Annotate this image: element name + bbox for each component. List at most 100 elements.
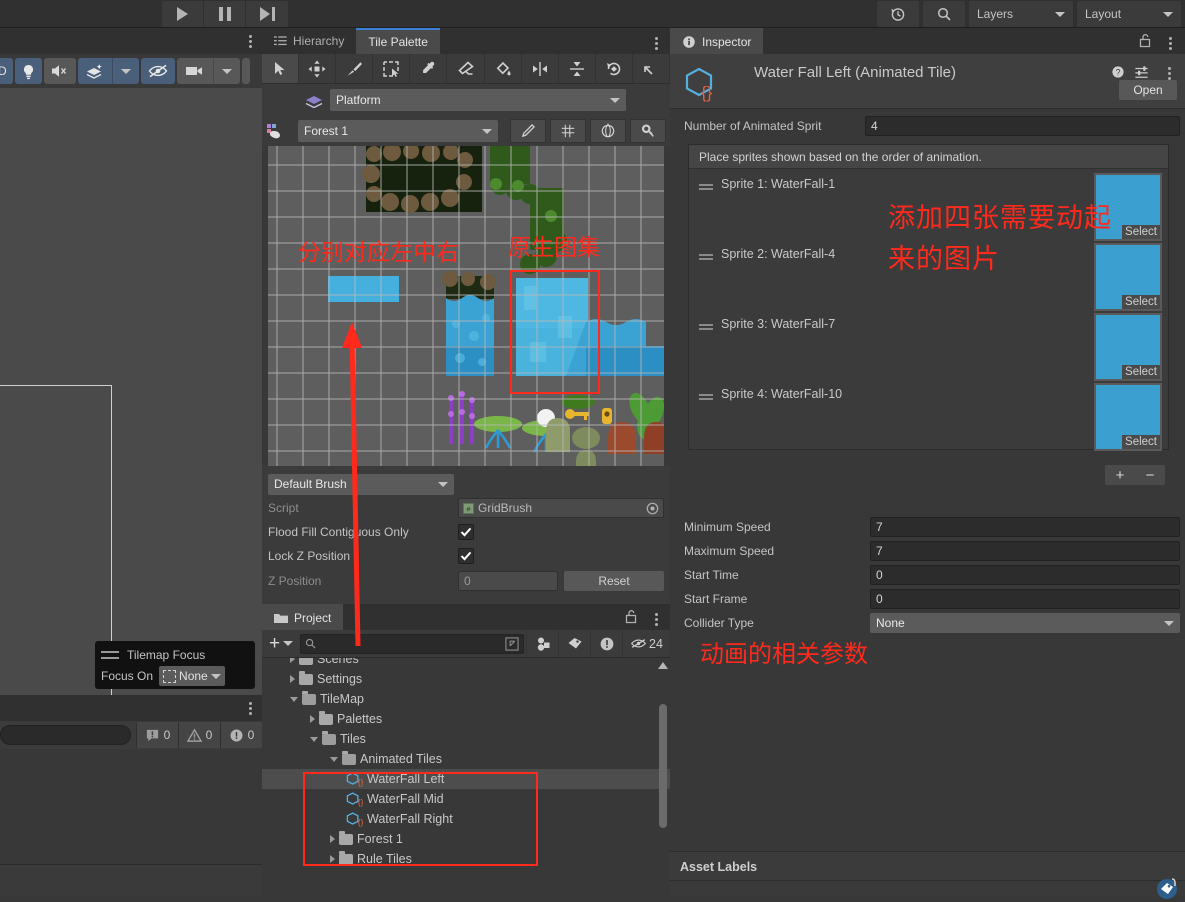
filter-by-type-button[interactable] [526, 630, 558, 657]
project-add-button[interactable]: + [262, 634, 300, 653]
layers-dropdown[interactable]: Layers [969, 1, 1073, 27]
tool-box-fill[interactable] [373, 54, 411, 83]
tool-select[interactable] [262, 54, 300, 83]
flood-fill-checkbox[interactable] [458, 524, 474, 540]
tool-rotate-cw[interactable] [596, 54, 633, 83]
search-button[interactable] [923, 1, 965, 27]
console-warning-badge[interactable]: 0 [178, 722, 220, 748]
settings-button[interactable] [630, 119, 666, 143]
tab-project[interactable]: Project [262, 604, 344, 630]
play-button[interactable] [162, 1, 204, 27]
tab-tile-palette[interactable]: Tile Palette [356, 28, 440, 54]
drag-handle-icon[interactable] [101, 651, 119, 659]
sprite-select-button[interactable]: Select [1122, 225, 1160, 239]
animated-sprite-count-field[interactable]: 4 [865, 116, 1180, 136]
start-time-field[interactable]: 0 [870, 565, 1180, 585]
inspector-header-kebab-icon[interactable] [1168, 67, 1171, 80]
sprite-thumbnail-1[interactable]: Select [1094, 173, 1162, 241]
console-log-badge[interactable]: 0 [136, 722, 178, 748]
sprite-select-button[interactable]: Select [1122, 365, 1160, 379]
brush-script-field[interactable]: # GridBrush [458, 498, 664, 518]
chevron-right-icon[interactable] [290, 675, 295, 683]
sprite-row-2[interactable]: Sprite 2: WaterFall-4 Select [689, 239, 1168, 311]
drag-handle-icon[interactable] [699, 184, 713, 190]
remove-sprite-button[interactable]: − [1135, 465, 1165, 485]
hidden-packages-button[interactable]: 24 [622, 630, 670, 657]
start-frame-field[interactable]: 0 [870, 589, 1180, 609]
drag-handle-icon[interactable] [699, 394, 713, 400]
step-button[interactable] [246, 1, 288, 27]
sprite-row-1[interactable]: Sprite 1: WaterFall-1 Select [689, 169, 1168, 241]
camera-toggle-button[interactable] [176, 58, 213, 84]
pause-button[interactable] [204, 1, 246, 27]
chevron-right-icon[interactable] [310, 715, 315, 723]
layout-dropdown[interactable]: Layout [1077, 1, 1181, 27]
toolbar-overflow-button[interactable] [241, 58, 250, 84]
tool-move[interactable] [299, 54, 337, 83]
chevron-down-icon[interactable] [290, 696, 298, 702]
project-lock-icon[interactable] [624, 609, 638, 627]
tool-rotate-ccw[interactable] [633, 54, 671, 83]
tool-fill[interactable] [485, 54, 522, 83]
tool-flip-x[interactable] [522, 54, 559, 83]
scene-view[interactable] [0, 88, 262, 775]
console-search-input[interactable] [0, 725, 131, 745]
focus-on-dropdown[interactable]: None [159, 666, 225, 686]
center-kebab-icon[interactable] [655, 37, 658, 50]
tab-hierarchy[interactable]: Hierarchy [262, 28, 356, 54]
reset-button[interactable]: Reset [564, 571, 664, 591]
tree-row-palettes[interactable]: Palettes [262, 709, 670, 729]
project-tree-scrollbar[interactable] [659, 704, 667, 828]
project-search-input[interactable] [300, 633, 524, 654]
tree-row-waterfall-right[interactable]: {} WaterFall Right [262, 809, 670, 829]
tool-flip-y[interactable] [559, 54, 596, 83]
tilemap-focus-overlay[interactable]: Tilemap Focus Focus On None [95, 641, 255, 689]
tree-row-tilemap[interactable]: TileMap [262, 689, 670, 709]
scene-kebab-icon[interactable] [249, 35, 252, 48]
inspector-kebab-icon[interactable] [1169, 37, 1172, 50]
asset-labels-body[interactable] [670, 878, 1185, 899]
active-tilemap-dropdown[interactable]: Platform [330, 89, 626, 111]
tree-row-rule-tiles[interactable]: Rule Tiles [262, 849, 670, 869]
tree-row-scenes[interactable]: Scenes [262, 658, 670, 669]
palette-dropdown[interactable]: Forest 1 [298, 120, 498, 142]
project-kebab-icon[interactable] [655, 613, 658, 626]
sprite-select-button[interactable]: Select [1122, 435, 1160, 449]
tile-palette-canvas[interactable] [268, 146, 664, 466]
console-error-badge[interactable]: 0 [220, 722, 262, 748]
tree-row-animated-tiles[interactable]: Animated Tiles [262, 749, 670, 769]
2d-toggle-button[interactable]: D [0, 58, 13, 84]
grid-toggle-button[interactable] [550, 119, 586, 143]
effects-dropdown-button[interactable] [111, 58, 139, 84]
chevron-right-icon[interactable] [290, 658, 295, 663]
sprite-select-button[interactable]: Select [1122, 295, 1160, 309]
effects-split-button[interactable] [77, 58, 139, 84]
warnings-filter-button[interactable] [590, 630, 622, 657]
filter-by-label-button[interactable] [558, 630, 590, 657]
add-sprite-button[interactable]: + [1105, 465, 1135, 485]
open-button[interactable]: Open [1119, 80, 1177, 100]
drag-handle-icon[interactable] [699, 254, 713, 260]
hidden-objects-toggle-button[interactable] [140, 58, 175, 84]
console-kebab-icon[interactable] [249, 702, 252, 715]
maximum-speed-field[interactable]: 7 [870, 541, 1180, 561]
sprite-row-4[interactable]: Sprite 4: WaterFall-10 Select [689, 379, 1168, 451]
gizmo-button[interactable] [590, 119, 626, 143]
chevron-down-icon[interactable] [330, 756, 338, 762]
camera-dropdown-button[interactable] [212, 58, 240, 84]
tab-inspector[interactable]: Inspector [670, 28, 764, 54]
scroll-up-arrow-icon[interactable] [658, 662, 668, 669]
collider-type-dropdown[interactable]: None [870, 613, 1180, 633]
console-log-area[interactable] [0, 749, 262, 864]
audio-toggle-button[interactable] [43, 58, 76, 84]
project-asset-tree[interactable]: Scenes Settings TileMap Palettes Tiles A… [262, 658, 670, 880]
sprite-thumbnail-4[interactable]: Select [1094, 383, 1162, 451]
chevron-right-icon[interactable] [330, 855, 335, 863]
tag-icon[interactable] [1155, 875, 1179, 902]
undo-history-button[interactable] [877, 1, 919, 27]
chevron-down-icon[interactable] [310, 736, 318, 742]
tree-row-tiles[interactable]: Tiles [262, 729, 670, 749]
z-position-field[interactable]: 0 [458, 571, 558, 591]
chevron-right-icon[interactable] [330, 835, 335, 843]
tree-row-settings[interactable]: Settings [262, 669, 670, 689]
